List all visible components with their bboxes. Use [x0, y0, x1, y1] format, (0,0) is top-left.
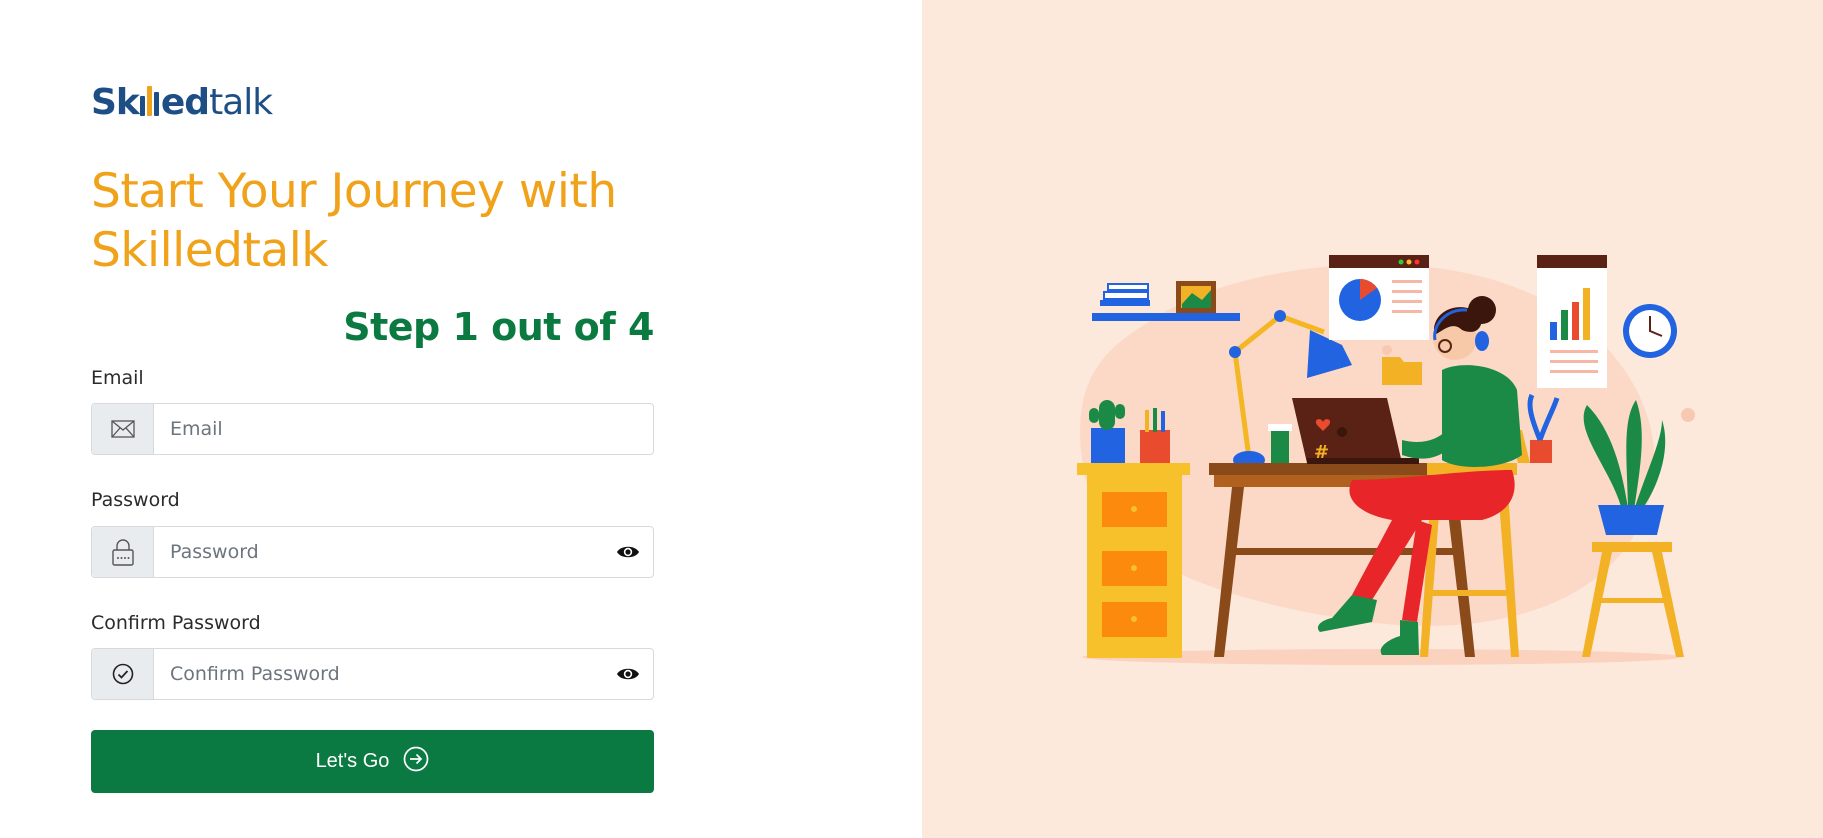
confirm-password-field-group: [91, 648, 654, 700]
skilledtalk-logo: Sk edtalk: [91, 82, 273, 123]
eye-icon[interactable]: [603, 649, 653, 699]
step-indicator: Step 1 out of 4: [343, 305, 654, 349]
lets-go-label: Let's Go: [315, 750, 390, 772]
headline-line-2: Skilledtalk: [91, 223, 328, 278]
headline-line-1: Start Your Journey with: [91, 164, 617, 219]
password-input[interactable]: [154, 527, 603, 577]
envelope-icon: [92, 404, 154, 454]
lock-icon: [92, 527, 154, 577]
confirm-password-input[interactable]: [154, 649, 603, 699]
email-label: Email: [91, 367, 144, 389]
workspace-illustration: #: [1077, 255, 1695, 665]
email-field-group: [91, 403, 654, 455]
password-field-group: [91, 526, 654, 578]
svg-text:#: #: [1314, 442, 1329, 463]
illustration-panel: #: [922, 0, 1823, 838]
password-label: Password: [91, 489, 180, 511]
confirm-password-label: Confirm Password: [91, 612, 261, 634]
eye-icon[interactable]: [603, 527, 653, 577]
signup-panel: Sk edtalk Start Your Journey with Skille…: [0, 0, 922, 838]
lets-go-button[interactable]: Let's Go: [91, 730, 654, 793]
check-circle-icon: [92, 649, 154, 699]
logo-bars-icon: [139, 82, 161, 116]
page-headline: Start Your Journey with Skilledtalk: [91, 162, 651, 280]
email-input[interactable]: [154, 404, 653, 454]
arrow-right-circle-icon: [403, 746, 429, 778]
